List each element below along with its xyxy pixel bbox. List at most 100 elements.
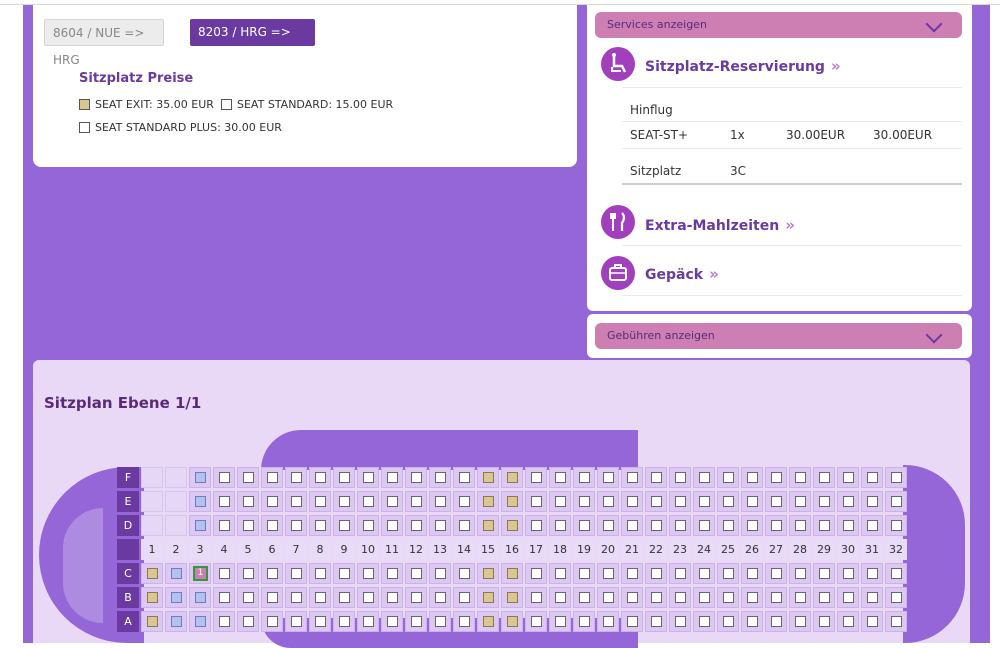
seat-11c[interactable] bbox=[381, 563, 403, 584]
seat-9f[interactable] bbox=[333, 467, 355, 488]
seat-20e[interactable] bbox=[597, 491, 619, 512]
seat-23a[interactable] bbox=[669, 611, 691, 632]
seat-14f[interactable] bbox=[453, 467, 475, 488]
seat-32f[interactable] bbox=[885, 467, 907, 488]
seat-31b[interactable] bbox=[861, 587, 883, 608]
seat-31c[interactable] bbox=[861, 563, 883, 584]
seat-16e[interactable] bbox=[501, 491, 523, 512]
seat-27a[interactable] bbox=[765, 611, 787, 632]
seat-30b[interactable] bbox=[837, 587, 859, 608]
seat-16a[interactable] bbox=[501, 611, 523, 632]
seat-3c[interactable]: 1 bbox=[189, 563, 211, 584]
seat-21c[interactable] bbox=[621, 563, 643, 584]
seat-17d[interactable] bbox=[525, 515, 547, 536]
seat-3e[interactable] bbox=[189, 491, 211, 512]
seat-9b[interactable] bbox=[333, 587, 355, 608]
seat-18f[interactable] bbox=[549, 467, 571, 488]
fees-toggle-bar[interactable]: Gebühren anzeigen bbox=[595, 323, 962, 349]
seat-18c[interactable] bbox=[549, 563, 571, 584]
seat-21b[interactable] bbox=[621, 587, 643, 608]
seat-11a[interactable] bbox=[381, 611, 403, 632]
seat-27e[interactable] bbox=[765, 491, 787, 512]
seat-20d[interactable] bbox=[597, 515, 619, 536]
seat-26e[interactable] bbox=[741, 491, 763, 512]
seat-3b[interactable] bbox=[189, 587, 211, 608]
baggage-link[interactable]: Gepäck » bbox=[645, 265, 719, 283]
seat-18e[interactable] bbox=[549, 491, 571, 512]
seat-13e[interactable] bbox=[429, 491, 451, 512]
seat-23c[interactable] bbox=[669, 563, 691, 584]
seat-4e[interactable] bbox=[213, 491, 235, 512]
seat-5c[interactable] bbox=[237, 563, 259, 584]
seat-4d[interactable] bbox=[213, 515, 235, 536]
seat-17f[interactable] bbox=[525, 467, 547, 488]
seat-23e[interactable] bbox=[669, 491, 691, 512]
seat-23b[interactable] bbox=[669, 587, 691, 608]
seat-14d[interactable] bbox=[453, 515, 475, 536]
seat-26f[interactable] bbox=[741, 467, 763, 488]
seat-24e[interactable] bbox=[693, 491, 715, 512]
seat-28c[interactable] bbox=[789, 563, 811, 584]
seat-8e[interactable] bbox=[309, 491, 331, 512]
seat-22b[interactable] bbox=[645, 587, 667, 608]
seat-2b[interactable] bbox=[165, 587, 187, 608]
seat-15b[interactable] bbox=[477, 587, 499, 608]
seat-4b[interactable] bbox=[213, 587, 235, 608]
seat-12c[interactable] bbox=[405, 563, 427, 584]
seat-19b[interactable] bbox=[573, 587, 595, 608]
seat-29c[interactable] bbox=[813, 563, 835, 584]
seat-19d[interactable] bbox=[573, 515, 595, 536]
seat-10f[interactable] bbox=[357, 467, 379, 488]
seat-14a[interactable] bbox=[453, 611, 475, 632]
seat-8a[interactable] bbox=[309, 611, 331, 632]
seat-27d[interactable] bbox=[765, 515, 787, 536]
seat-6a[interactable] bbox=[261, 611, 283, 632]
seat-26c[interactable] bbox=[741, 563, 763, 584]
flight-tab-return[interactable]: 8203 / HRG => NUE bbox=[190, 19, 315, 66]
seat-16c[interactable] bbox=[501, 563, 523, 584]
seat-8d[interactable] bbox=[309, 515, 331, 536]
seat-20c[interactable] bbox=[597, 563, 619, 584]
seat-10e[interactable] bbox=[357, 491, 379, 512]
seat-14b[interactable] bbox=[453, 587, 475, 608]
seat-13d[interactable] bbox=[429, 515, 451, 536]
seat-21a[interactable] bbox=[621, 611, 643, 632]
seat-5a[interactable] bbox=[237, 611, 259, 632]
seat-12d[interactable] bbox=[405, 515, 427, 536]
seat-19a[interactable] bbox=[573, 611, 595, 632]
seat-11e[interactable] bbox=[381, 491, 403, 512]
seat-5f[interactable] bbox=[237, 467, 259, 488]
seat-11b[interactable] bbox=[381, 587, 403, 608]
seat-10c[interactable] bbox=[357, 563, 379, 584]
seat-10d[interactable] bbox=[357, 515, 379, 536]
seat-7d[interactable] bbox=[285, 515, 307, 536]
seat-28d[interactable] bbox=[789, 515, 811, 536]
seat-6c[interactable] bbox=[261, 563, 283, 584]
seat-29b[interactable] bbox=[813, 587, 835, 608]
seat-4a[interactable] bbox=[213, 611, 235, 632]
seat-3a[interactable] bbox=[189, 611, 211, 632]
seat-19e[interactable] bbox=[573, 491, 595, 512]
seat-11f[interactable] bbox=[381, 467, 403, 488]
seat-24a[interactable] bbox=[693, 611, 715, 632]
seat-27b[interactable] bbox=[765, 587, 787, 608]
seat-3f[interactable] bbox=[189, 467, 211, 488]
services-toggle-bar[interactable]: Services anzeigen bbox=[595, 12, 962, 38]
seat-13a[interactable] bbox=[429, 611, 451, 632]
seat-27c[interactable] bbox=[765, 563, 787, 584]
seat-20a[interactable] bbox=[597, 611, 619, 632]
seat-22e[interactable] bbox=[645, 491, 667, 512]
seat-17a[interactable] bbox=[525, 611, 547, 632]
seat-29e[interactable] bbox=[813, 491, 835, 512]
seat-9d[interactable] bbox=[333, 515, 355, 536]
seat-23f[interactable] bbox=[669, 467, 691, 488]
seat-28b[interactable] bbox=[789, 587, 811, 608]
seat-21d[interactable] bbox=[621, 515, 643, 536]
seat-10a[interactable] bbox=[357, 611, 379, 632]
seat-21f[interactable] bbox=[621, 467, 643, 488]
seat-5d[interactable] bbox=[237, 515, 259, 536]
seat-3d[interactable] bbox=[189, 515, 211, 536]
seat-32d[interactable] bbox=[885, 515, 907, 536]
seat-2a[interactable] bbox=[165, 611, 187, 632]
seat-12b[interactable] bbox=[405, 587, 427, 608]
